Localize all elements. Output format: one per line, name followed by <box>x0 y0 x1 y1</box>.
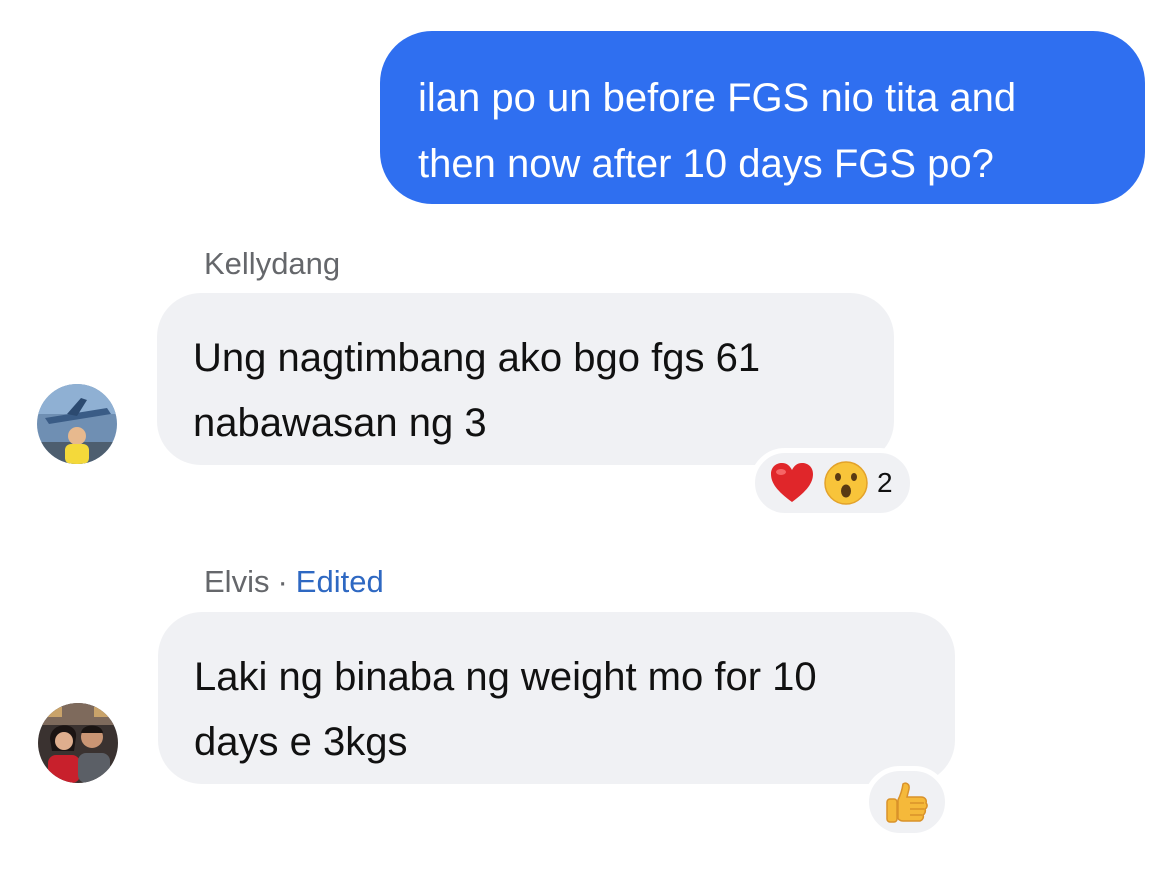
avatar-image <box>38 703 118 783</box>
reactions-summary[interactable] <box>864 766 950 838</box>
outgoing-message-line-1: ilan po un before FGS nio tita and <box>418 76 1017 120</box>
separator-dot: · <box>277 564 288 599</box>
incoming-message-bubble[interactable]: Laki ng binaba ng weight mo for 10 days … <box>158 612 955 784</box>
message-line-1: Ung nagtimbang ako bgo fgs 61 <box>193 336 761 380</box>
reaction-count: 2 <box>877 467 893 498</box>
incoming-message-bubble[interactable]: Ung nagtimbang ako bgo fgs 61 nabawasan … <box>157 293 894 465</box>
avatar[interactable] <box>37 384 117 464</box>
outgoing-message-line-2: then now after 10 days FGS po? <box>418 142 994 186</box>
heart-icon <box>771 463 813 502</box>
sender-name: Kellydang <box>204 246 341 281</box>
message-line-1: Laki ng binaba ng weight mo for 10 <box>194 655 817 699</box>
avatar[interactable] <box>38 703 118 783</box>
sender-line: Elvis · Edited <box>204 564 384 600</box>
thumbs-up-icon <box>886 782 928 823</box>
surprised-face-icon <box>824 461 868 505</box>
message-line-2: nabawasan ng 3 <box>193 401 487 445</box>
avatar-image <box>37 384 117 464</box>
outgoing-message-bubble[interactable]: ilan po un before FGS nio tita and then … <box>380 31 1145 204</box>
message-line-2: days e 3kgs <box>194 720 408 764</box>
sender-name: Elvis <box>204 564 270 599</box>
reactions-summary[interactable]: 2 <box>750 448 915 518</box>
edited-link[interactable]: Edited <box>296 564 384 599</box>
